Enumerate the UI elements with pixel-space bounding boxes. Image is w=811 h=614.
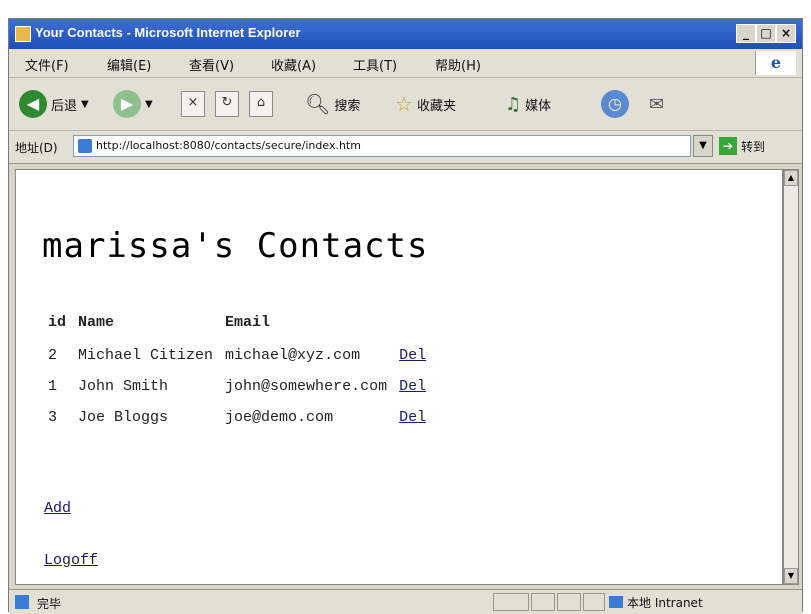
history-icon: ◷: [601, 90, 629, 118]
status-cell: [531, 593, 555, 611]
close-button[interactable]: ×: [776, 24, 796, 43]
menu-help[interactable]: 帮助(H): [435, 55, 481, 74]
search-label: 搜索: [334, 98, 361, 114]
menu-file[interactable]: 文件(F): [25, 55, 69, 74]
vertical-scrollbar[interactable]: ▲ ▼: [783, 169, 799, 585]
contacts-table: id Name Email 2 Michael Citizen michael@…: [44, 310, 434, 432]
address-input[interactable]: http://localhost:8080/contacts/secure/in…: [73, 135, 691, 157]
contact-name: Joe Bloggs: [78, 409, 169, 426]
contact-name: Michael Citizen: [78, 347, 214, 364]
back-dropdown-icon: ▼: [81, 98, 89, 110]
refresh-icon: ↻: [215, 91, 239, 117]
search-button[interactable]: 🔍︎ 搜索: [305, 88, 360, 120]
forward-arrow-icon: ▶: [113, 90, 141, 118]
mail-button[interactable]: ✉: [649, 88, 664, 120]
table-row: 1 John Smith john@somewhere.com Del: [44, 370, 434, 401]
ie-logo-icon: e: [755, 51, 796, 75]
go-label: 转到: [741, 139, 766, 154]
logoff-link[interactable]: Logoff: [44, 552, 98, 569]
status-bar: 完毕 本地 Intranet: [9, 589, 802, 614]
status-cell: [583, 593, 605, 611]
browser-window: Your Contacts - Microsoft Internet Explo…: [8, 18, 803, 614]
delete-link[interactable]: Del: [399, 347, 426, 364]
contact-name: John Smith: [78, 378, 169, 395]
refresh-button[interactable]: ↻: [215, 88, 239, 120]
search-icon: 🔍︎: [305, 92, 331, 116]
table-row: 2 Michael Citizen michael@xyz.com Del: [44, 339, 434, 370]
zone-label: 本地 Intranet: [627, 595, 703, 610]
column-header-email: Email: [225, 314, 271, 331]
menu-edit[interactable]: 编辑(E): [107, 55, 151, 74]
address-label: 地址(D): [15, 141, 58, 155]
menu-tools[interactable]: 工具(T): [353, 55, 397, 74]
menu-bar: 文件(F) 编辑(E) 查看(V) 收藏(A) 工具(T) 帮助(H) e: [9, 49, 802, 78]
title-bar: Your Contacts - Microsoft Internet Explo…: [9, 19, 802, 49]
column-header-id: id: [48, 314, 67, 331]
intranet-icon: [609, 596, 623, 608]
column-header-action: [395, 310, 434, 339]
history-button[interactable]: ◷: [601, 88, 633, 120]
address-dropdown-icon[interactable]: ▼: [693, 135, 713, 157]
security-zone: 本地 Intranet: [609, 593, 703, 611]
go-arrow-icon: ➔: [719, 137, 737, 155]
delete-link[interactable]: Del: [399, 409, 426, 426]
contact-email: michael@xyz.com: [225, 347, 361, 364]
mail-icon: ✉: [649, 93, 665, 115]
minimize-button[interactable]: _: [736, 24, 756, 43]
contact-id: 1: [48, 378, 58, 395]
scroll-down-icon[interactable]: ▼: [784, 568, 798, 584]
forward-dropdown-icon: ▼: [145, 98, 153, 110]
back-label: 后退: [51, 98, 78, 114]
favorites-star-icon: ☆: [395, 92, 413, 116]
maximize-button[interactable]: □: [756, 24, 776, 43]
status-text: 完毕: [37, 597, 62, 611]
page-title: marissa's Contacts: [42, 226, 429, 266]
contact-email: joe@demo.com: [225, 409, 334, 426]
back-arrow-icon: ◀: [19, 90, 47, 118]
home-button[interactable]: ⌂: [249, 88, 273, 120]
back-button[interactable]: ◀ 后退 ▼: [19, 88, 89, 120]
contact-email: john@somewhere.com: [225, 378, 388, 395]
scroll-up-icon[interactable]: ▲: [784, 170, 798, 186]
table-row: 3 Joe Bloggs joe@demo.com Del: [44, 401, 434, 432]
home-icon: ⌂: [249, 91, 273, 117]
contact-id: 3: [48, 409, 58, 426]
delete-link[interactable]: Del: [399, 378, 426, 395]
add-link[interactable]: Add: [44, 500, 71, 517]
window-title: Your Contacts - Microsoft Internet Explo…: [35, 25, 301, 40]
ie-app-icon: [15, 26, 31, 42]
status-page-icon: [15, 595, 29, 609]
toolbar: ◀ 后退 ▼ ▶ ▼ × ↻ ⌂ 🔍︎ 搜索 ☆ 收藏夹 ♫ 媒体 ◷ ✉: [9, 78, 802, 131]
address-url: http://localhost:8080/contacts/secure/in…: [96, 139, 361, 152]
media-label: 媒体: [525, 98, 552, 114]
menu-view[interactable]: 查看(V): [189, 55, 234, 74]
table-header-row: id Name Email: [44, 310, 434, 339]
go-button[interactable]: ➔ 转到: [719, 135, 765, 157]
stop-icon: ×: [181, 91, 205, 117]
status-cell: [493, 593, 529, 611]
status-cell: [557, 593, 581, 611]
page-content: marissa's Contacts id Name Email 2 Micha…: [15, 169, 783, 585]
media-button[interactable]: ♫ 媒体: [505, 88, 551, 120]
favorites-label: 收藏夹: [416, 98, 456, 114]
column-header-name: Name: [78, 314, 115, 331]
forward-button[interactable]: ▶ ▼: [113, 88, 153, 120]
media-icon: ♫: [505, 93, 522, 115]
stop-button[interactable]: ×: [181, 88, 205, 120]
favorites-button[interactable]: ☆ 收藏夹: [395, 88, 456, 120]
menu-favorites[interactable]: 收藏(A): [271, 55, 316, 74]
page-icon: [78, 139, 92, 153]
address-bar: 地址(D) http://localhost:8080/contacts/sec…: [9, 131, 802, 164]
contact-id: 2: [48, 347, 58, 364]
